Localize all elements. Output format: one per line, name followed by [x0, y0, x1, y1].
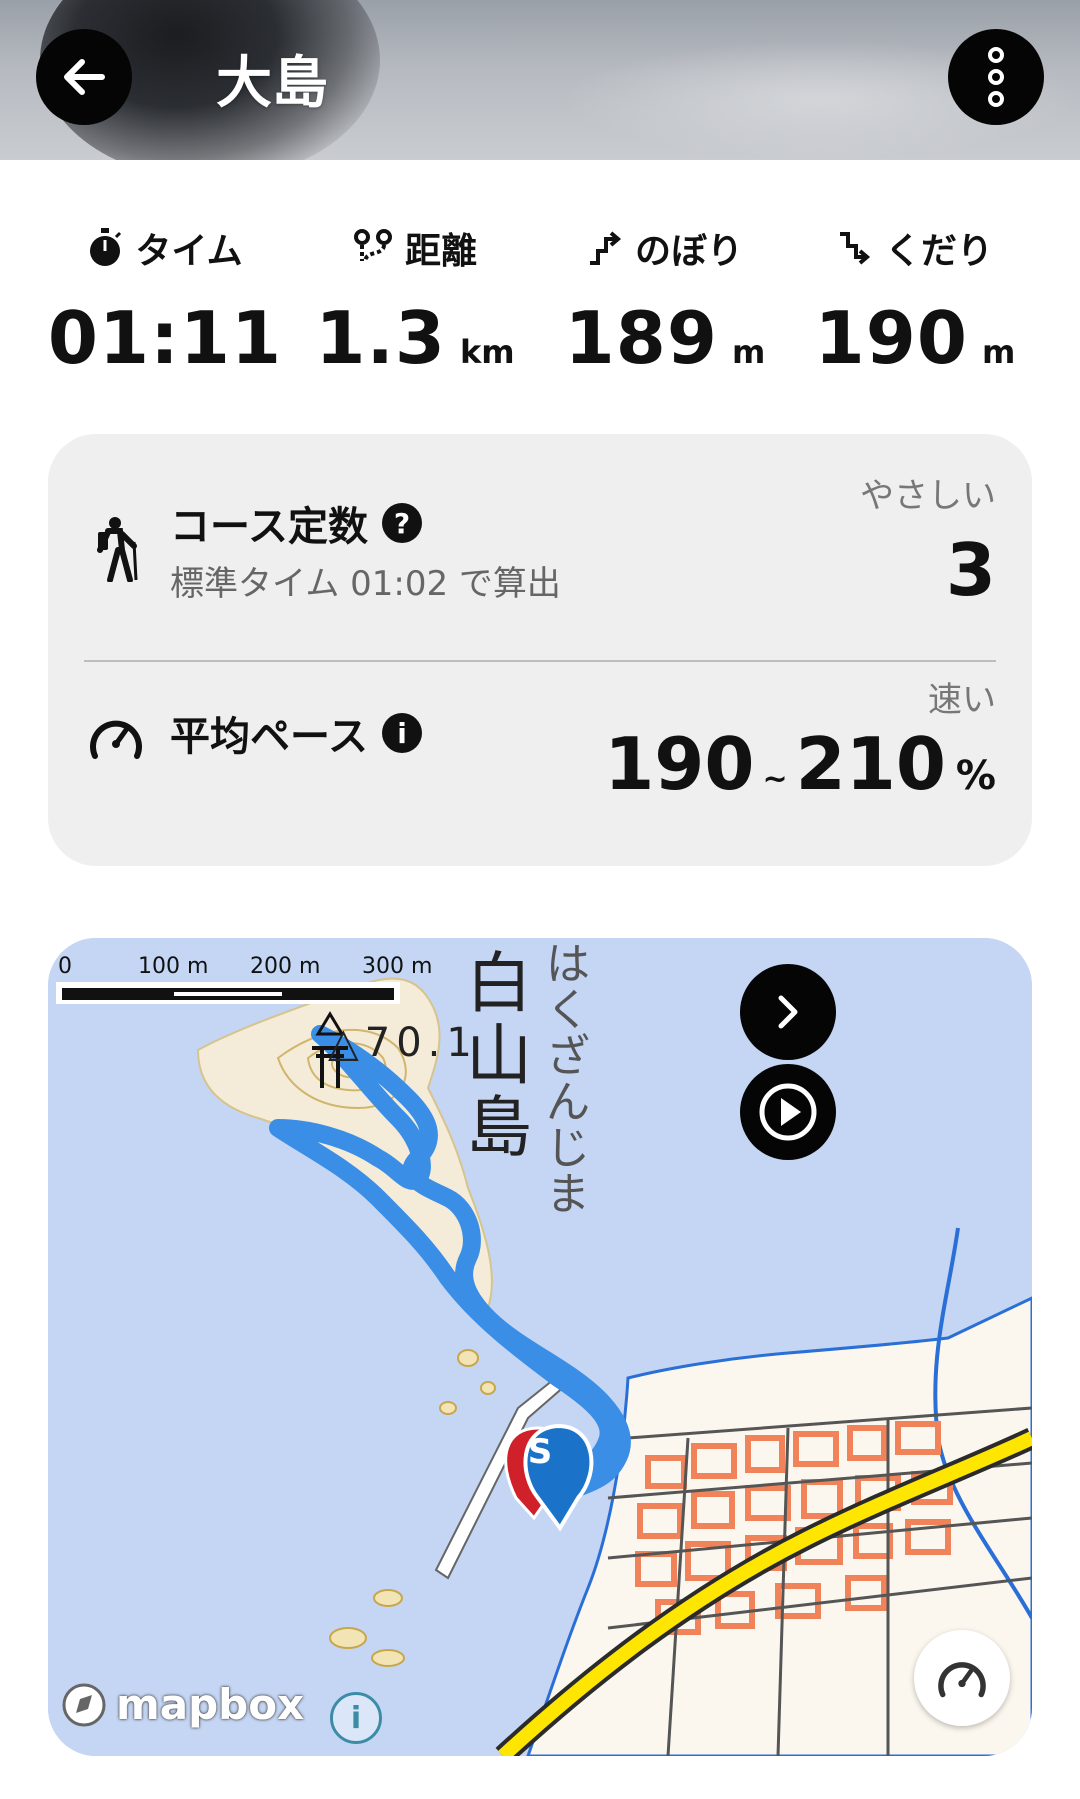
map-info-button[interactable]: i: [330, 1692, 382, 1744]
average-pace-section: 平均ペース i 速い 190 ~ 210 %: [48, 662, 1032, 866]
more-vertical-icon: [988, 47, 1004, 107]
course-constant-section: コース定数 ? 標準タイム 01:02 で算出 やさしい 3: [48, 434, 1032, 660]
page-title: 大島: [216, 51, 328, 116]
chevron-right-icon: [778, 995, 798, 1029]
mapbox-logo-icon: [62, 1683, 106, 1726]
stat-time: タイム 01:11: [40, 222, 290, 380]
scale-label-300: 300 m: [362, 954, 433, 979]
speedometer-icon: [938, 1662, 986, 1698]
stopwatch-icon: [90, 228, 122, 266]
stat-ascent-value: 189: [564, 296, 718, 380]
speedometer-icon: [90, 720, 142, 759]
mapbox-attribution[interactable]: mapbox: [60, 1680, 304, 1729]
average-pace-title: 平均ペース: [170, 714, 368, 760]
start-marker-label: S: [527, 1432, 553, 1472]
scale-label-100: 100 m: [138, 954, 209, 979]
scale-label-0: 0: [58, 954, 72, 979]
stat-ascent: のぼり 189 m: [540, 222, 790, 380]
stat-distance: 距離 1.3 km: [290, 222, 540, 380]
pace-range-separator: ~: [762, 762, 788, 797]
course-standard-time: 標準タイム 01:02 で算出: [170, 564, 561, 604]
stat-time-value: 01:11: [47, 296, 283, 380]
course-constant-title: コース定数: [170, 504, 368, 550]
activity-stats: タイム 01:11 距離 1.3 km のぼり 189 m くだり 190 m: [40, 222, 1040, 382]
more-menu-button[interactable]: [948, 29, 1044, 125]
pace-min-value: 190: [604, 722, 755, 806]
route-map[interactable]: 0 100 m 200 m 300 m △70.1 白山島 はくざんじま S m…: [48, 938, 1032, 1756]
average-pace-range: 190 ~ 210 %: [604, 722, 996, 806]
stat-distance-value: 1.3: [315, 296, 446, 380]
course-difficulty-label: やさしい: [860, 476, 996, 516]
stat-descent-label: くだり: [884, 231, 993, 272]
map-play-button[interactable]: [740, 1064, 836, 1160]
map-next-button[interactable]: [740, 964, 836, 1060]
play-circle-icon: [759, 1083, 817, 1141]
mapbox-wordmark: mapbox: [116, 1680, 305, 1729]
stat-distance-unit: km: [459, 333, 515, 371]
back-button[interactable]: [36, 29, 132, 125]
pace-speed-label: 速い: [928, 680, 996, 720]
course-constant-value: 3: [945, 528, 996, 612]
summit-elevation-label: △70.1: [328, 1020, 478, 1066]
arrow-left-icon: [64, 59, 105, 95]
pace-unit: %: [955, 753, 996, 799]
stat-descent-unit: m: [981, 333, 1016, 371]
header-bar: 大島: [0, 0, 1080, 160]
descent-icon: [839, 232, 871, 265]
stat-descent: くだり 190 m: [790, 222, 1040, 380]
ascent-icon: [589, 231, 622, 265]
island-reading-label: はくざんじま: [546, 939, 590, 1220]
stat-time-label: タイム: [135, 231, 243, 272]
pace-info-icon[interactable]: i: [382, 713, 422, 753]
pace-max-value: 210: [795, 722, 946, 806]
stat-ascent-label: のぼり: [634, 231, 743, 272]
course-help-icon[interactable]: ?: [382, 503, 422, 543]
scale-label-200: 200 m: [250, 954, 321, 979]
route-icon: [353, 229, 392, 263]
map-canvas[interactable]: [48, 938, 1032, 1756]
island-name-label: 白山島: [466, 945, 532, 1166]
map-speed-button[interactable]: [914, 1630, 1010, 1726]
hiker-icon: [97, 517, 138, 582]
course-info-card: コース定数 ? 標準タイム 01:02 で算出 やさしい 3 平均ペース i 速…: [48, 434, 1032, 866]
stat-ascent-unit: m: [731, 333, 766, 371]
stat-descent-value: 190: [814, 296, 968, 380]
stat-distance-label: 距離: [404, 231, 477, 272]
